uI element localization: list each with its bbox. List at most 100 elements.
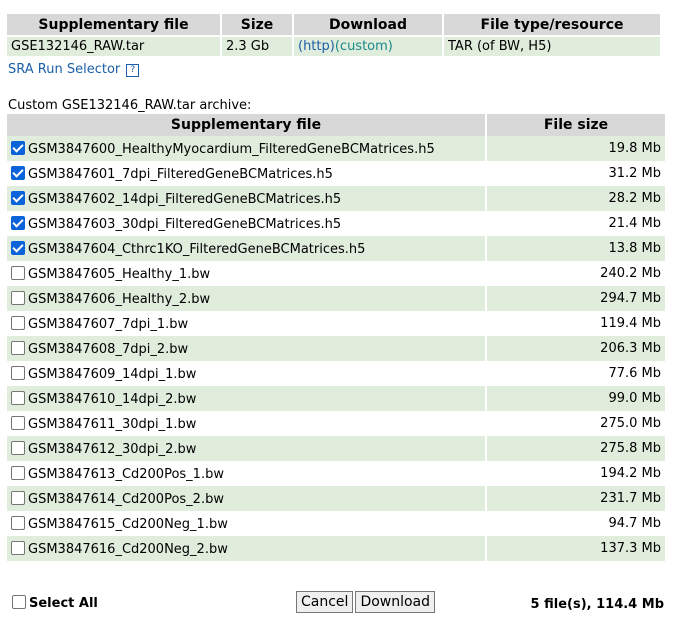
file-size: 137.3 Mb <box>487 536 665 561</box>
file-row: GSM3847606_Healthy_2.bw 294.7 Mb <box>7 286 665 311</box>
file-row: GSM3847604_Cthrc1KO_FilteredGeneBCMatric… <box>7 236 665 261</box>
file-name: GSM3847602_14dpi_FilteredGeneBCMatrices.… <box>28 191 342 207</box>
file-size: 119.4 Mb <box>487 311 665 336</box>
file-checkbox[interactable] <box>11 190 25 205</box>
file-name: GSM3847601_7dpi_FilteredGeneBCMatrices.h… <box>28 166 333 182</box>
file-size: 275.8 Mb <box>487 436 665 461</box>
file-checkbox[interactable] <box>11 440 25 455</box>
file-size: 99.0 Mb <box>487 386 665 411</box>
file-name: GSM3847614_Cd200Pos_2.bw <box>28 491 224 507</box>
file-name: GSM3847604_Cthrc1KO_FilteredGeneBCMatric… <box>28 241 366 257</box>
file-name-cell: GSM3847605_Healthy_1.bw <box>7 261 485 286</box>
file-name-cell: GSM3847614_Cd200Pos_2.bw <box>7 486 485 511</box>
file-row: GSM3847601_7dpi_FilteredGeneBCMatrices.h… <box>7 161 665 186</box>
file-size: 194.2 Mb <box>487 461 665 486</box>
header-supplementary-file: Supplementary file <box>7 14 220 35</box>
file-row: GSM3847610_14dpi_2.bw 99.0 Mb <box>7 386 665 411</box>
file-checkbox[interactable] <box>11 290 25 305</box>
file-name-cell: GSM3847604_Cthrc1KO_FilteredGeneBCMatric… <box>7 236 485 261</box>
file-row: GSM3847613_Cd200Pos_1.bw 194.2 Mb <box>7 461 665 486</box>
selection-total: 5 file(s), 114.4 Mb <box>530 597 664 612</box>
file-checkbox[interactable] <box>11 365 25 380</box>
file-checkbox[interactable] <box>11 490 25 505</box>
download-table: Supplementary file Size Download File ty… <box>5 12 662 58</box>
file-row: GSM3847614_Cd200Pos_2.bw 231.7 Mb <box>7 486 665 511</box>
file-name: GSM3847616_Cd200Neg_2.bw <box>28 541 228 557</box>
file-row: GSM3847611_30dpi_1.bw 275.0 Mb <box>7 411 665 436</box>
file-size: 294.7 Mb <box>487 286 665 311</box>
custom-download-link[interactable]: (custom) <box>335 39 393 54</box>
cancel-button[interactable]: Cancel <box>296 591 354 613</box>
file-name: GSM3847610_14dpi_2.bw <box>28 391 197 407</box>
header-download: Download <box>294 14 442 35</box>
file-checkbox[interactable] <box>11 240 25 255</box>
file-name-cell: GSM3847613_Cd200Pos_1.bw <box>7 461 485 486</box>
select-all[interactable]: Select All <box>12 595 98 611</box>
file-name: GSM3847600_HealthyMyocardium_FilteredGen… <box>28 141 435 157</box>
help-icon[interactable]: ? <box>126 64 140 77</box>
file-checkbox[interactable] <box>11 340 25 355</box>
file-name-cell: GSM3847616_Cd200Neg_2.bw <box>7 536 485 561</box>
file-checkbox[interactable] <box>11 415 25 430</box>
file-row: GSM3847603_30dpi_FilteredGeneBCMatrices.… <box>7 211 665 236</box>
file-name-cell: GSM3847606_Healthy_2.bw <box>7 286 485 311</box>
header-size: Size <box>222 14 292 35</box>
action-buttons: Cancel Download <box>296 591 437 613</box>
download-button[interactable]: Download <box>355 591 436 613</box>
file-size: 275.0 Mb <box>487 411 665 436</box>
sra-run-selector-link[interactable]: SRA Run Selector <box>8 62 120 77</box>
file-row: GSM3847602_14dpi_FilteredGeneBCMatrices.… <box>7 186 665 211</box>
file-size: 19.8 Mb <box>487 136 665 161</box>
header-supplementary-file: Supplementary file <box>7 114 485 136</box>
file-checkbox[interactable] <box>11 540 25 555</box>
file-name: GSM3847605_Healthy_1.bw <box>28 266 211 282</box>
file-name: GSM3847606_Healthy_2.bw <box>28 291 211 307</box>
file-row: GSM3847607_7dpi_1.bw 119.4 Mb <box>7 311 665 336</box>
file-checkbox[interactable] <box>11 165 25 180</box>
download-table-header: Supplementary file Size Download File ty… <box>7 14 660 35</box>
file-checkbox[interactable] <box>11 265 25 280</box>
file-name-cell: GSM3847600_HealthyMyocardium_FilteredGen… <box>7 136 485 161</box>
file-size: 231.7 Mb <box>487 486 665 511</box>
file-name-cell: GSM3847611_30dpi_1.bw <box>7 411 485 436</box>
file-size: 94.7 Mb <box>487 511 665 536</box>
file-size: 21.4 Mb <box>487 211 665 236</box>
file-table-header: Supplementary file File size <box>7 114 665 136</box>
file-name-cell: GSM3847612_30dpi_2.bw <box>7 436 485 461</box>
http-download-link[interactable]: (http) <box>298 39 335 54</box>
file-row: GSM3847615_Cd200Neg_1.bw 94.7 Mb <box>7 511 665 536</box>
file-checkbox[interactable] <box>11 315 25 330</box>
file-name-cell: GSM3847602_14dpi_FilteredGeneBCMatrices.… <box>7 186 485 211</box>
file-name: GSM3847615_Cd200Neg_1.bw <box>28 516 228 532</box>
header-file-size: File size <box>487 114 665 136</box>
file-row: GSM3847608_7dpi_2.bw 206.3 Mb <box>7 336 665 361</box>
file-row: GSM3847605_Healthy_1.bw 240.2 Mb <box>7 261 665 286</box>
select-all-checkbox[interactable] <box>12 595 26 609</box>
file-row: GSM3847600_HealthyMyocardium_FilteredGen… <box>7 136 665 161</box>
file-checkbox[interactable] <box>11 515 25 530</box>
file-table: Supplementary file File size GSM3847600_… <box>5 114 667 561</box>
file-row: GSM3847616_Cd200Neg_2.bw 137.3 Mb <box>7 536 665 561</box>
raw-tar-type: TAR (of BW, H5) <box>444 37 660 56</box>
file-name: GSM3847603_30dpi_FilteredGeneBCMatrices.… <box>28 216 342 232</box>
file-checkbox[interactable] <box>11 465 25 480</box>
file-name: GSM3847607_7dpi_1.bw <box>28 316 189 332</box>
file-checkbox[interactable] <box>11 215 25 230</box>
file-size: 77.6 Mb <box>487 361 665 386</box>
file-name: GSM3847613_Cd200Pos_1.bw <box>28 466 224 482</box>
select-all-label: Select All <box>29 596 98 611</box>
header-file-type: File type/resource <box>444 14 660 35</box>
file-name-cell: GSM3847609_14dpi_1.bw <box>7 361 485 386</box>
file-checkbox[interactable] <box>11 390 25 405</box>
file-size: 28.2 Mb <box>487 186 665 211</box>
file-checkbox[interactable] <box>11 140 25 155</box>
file-row: GSM3847612_30dpi_2.bw 275.8 Mb <box>7 436 665 461</box>
file-name: GSM3847608_7dpi_2.bw <box>28 341 189 357</box>
file-name-cell: GSM3847607_7dpi_1.bw <box>7 311 485 336</box>
file-name: GSM3847612_30dpi_2.bw <box>28 441 197 457</box>
file-row: GSM3847609_14dpi_1.bw 77.6 Mb <box>7 361 665 386</box>
file-size: 240.2 Mb <box>487 261 665 286</box>
file-size: 31.2 Mb <box>487 161 665 186</box>
file-name-cell: GSM3847610_14dpi_2.bw <box>7 386 485 411</box>
file-name-cell: GSM3847603_30dpi_FilteredGeneBCMatrices.… <box>7 211 485 236</box>
